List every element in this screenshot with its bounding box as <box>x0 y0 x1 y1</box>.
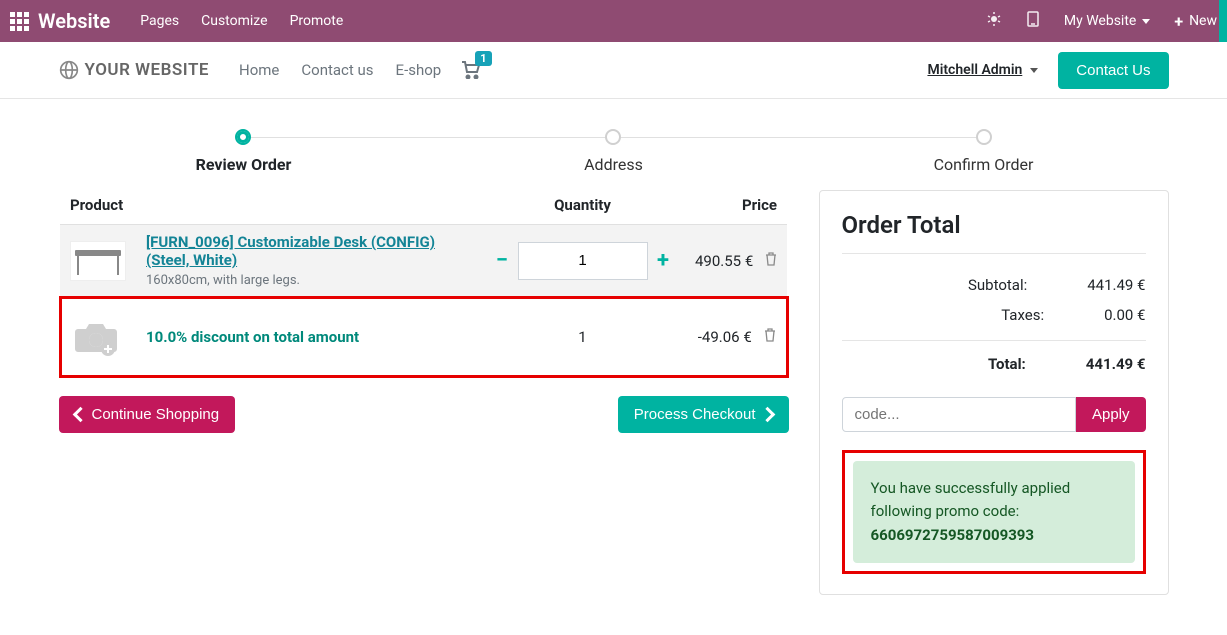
site-switcher[interactable]: My Website <box>1064 13 1150 29</box>
discount-name: 10.0% discount on total amount <box>146 328 359 346</box>
new-button[interactable]: + New <box>1174 12 1217 31</box>
apps-icon[interactable] <box>0 0 38 42</box>
wizard-step-address[interactable]: Address <box>429 129 799 174</box>
total-label: Total: <box>842 355 1086 373</box>
logo-text: YOUR WEBSITE <box>85 60 210 80</box>
product-thumbnail[interactable] <box>60 225 136 298</box>
brand-title[interactable]: Website <box>38 9 110 33</box>
checkout-wizard: Review Order Address Confirm Order <box>59 129 1169 174</box>
nav-contact[interactable]: Contact us <box>301 61 373 79</box>
cart-link[interactable]: 1 <box>461 61 481 79</box>
total-value: 441.49 € <box>1086 355 1146 373</box>
subtotal-row: Subtotal: 441.49 € <box>842 270 1146 300</box>
user-dropdown[interactable]: Mitchell Admin <box>927 62 1038 78</box>
plus-icon: + <box>1174 12 1183 31</box>
subtotal-value: 441.49 € <box>1087 276 1145 294</box>
qty-input[interactable] <box>518 242 648 280</box>
checkout-label: Process Checkout <box>634 406 756 423</box>
promo-msg: You have successfully applied following … <box>871 479 1071 520</box>
apply-button[interactable]: Apply <box>1076 397 1146 432</box>
nav-pages[interactable]: Pages <box>140 13 179 29</box>
nav-customize[interactable]: Customize <box>201 13 267 29</box>
page-content: Review Order Address Confirm Order Produ… <box>49 99 1179 635</box>
line-price: 490.55 € <box>695 252 753 270</box>
discount-price: -49.06 € <box>698 328 752 346</box>
contact-us-button[interactable]: Contact Us <box>1058 52 1168 89</box>
continue-label: Continue Shopping <box>92 406 220 423</box>
top-nav: Pages Customize Promote <box>140 13 343 29</box>
trash-icon[interactable] <box>765 254 777 270</box>
qty-minus-button[interactable]: − <box>490 248 514 273</box>
cart-actions: Continue Shopping Process Checkout <box>59 396 789 433</box>
product-subtitle: 160x80cm, with large legs. <box>146 273 470 288</box>
cart-column: Product Quantity Price <box>59 190 789 433</box>
subtotal-label: Subtotal: <box>842 276 1088 294</box>
wizard-step-review[interactable]: Review Order <box>59 129 429 174</box>
camera-plus-icon <box>72 317 122 357</box>
total-row: Total: 441.49 € <box>842 340 1146 379</box>
edge-accent <box>1219 0 1227 42</box>
bug-icon[interactable] <box>986 11 1002 31</box>
qty-plus-button[interactable]: + <box>651 248 675 273</box>
taxes-label: Taxes: <box>842 306 1105 324</box>
trash-icon[interactable] <box>764 330 776 346</box>
top-bar: Website Pages Customize Promote My Websi… <box>0 0 1227 42</box>
nav-home[interactable]: Home <box>239 61 279 79</box>
nav-promote[interactable]: Promote <box>290 13 344 29</box>
wizard-label: Review Order <box>59 155 429 174</box>
wizard-step-confirm[interactable]: Confirm Order <box>799 129 1169 174</box>
wizard-label: Address <box>429 155 799 174</box>
continue-shopping-button[interactable]: Continue Shopping <box>59 396 236 433</box>
taxes-value: 0.00 € <box>1104 306 1145 324</box>
promo-code-input[interactable] <box>842 397 1076 432</box>
promo-highlight: You have successfully applied following … <box>842 450 1146 574</box>
taxes-row: Taxes: 0.00 € <box>842 300 1146 330</box>
nav-eshop[interactable]: E-shop <box>396 61 442 79</box>
wizard-dot-active <box>235 129 251 145</box>
wizard-dot <box>976 129 992 145</box>
cart-table: Product Quantity Price <box>59 190 789 378</box>
order-total-sidebar: Order Total Subtotal: 441.49 € Taxes: 0.… <box>819 190 1169 595</box>
desk-image <box>70 241 126 281</box>
col-price: Price <box>685 190 787 225</box>
site-header: YOUR WEBSITE Home Contact us E-shop 1 Mi… <box>0 42 1227 99</box>
site-logo[interactable]: YOUR WEBSITE <box>59 60 210 80</box>
wizard-dot <box>605 129 621 145</box>
product-name-link[interactable]: [FURN_0096] Customizable Desk (CONFIG) (… <box>146 233 435 269</box>
globe-icon <box>59 60 79 80</box>
col-product: Product <box>60 190 480 225</box>
promo-code-value: 6606972759587009393 <box>871 524 1117 547</box>
new-label: New <box>1189 13 1217 29</box>
process-checkout-button[interactable]: Process Checkout <box>618 396 789 433</box>
cart-badge: 1 <box>475 51 491 66</box>
wizard-label: Confirm Order <box>799 155 1169 174</box>
divider <box>842 253 1146 254</box>
promo-success-alert: You have successfully applied following … <box>853 461 1135 563</box>
cart-row-product: [FURN_0096] Customizable Desk (CONFIG) (… <box>60 225 787 298</box>
cart-row-discount: 10.0% discount on total amount 1 -49.06 … <box>60 298 787 377</box>
site-nav: Home Contact us E-shop <box>239 61 441 79</box>
order-total-title: Order Total <box>842 211 1146 239</box>
top-right: My Website + New <box>986 11 1217 31</box>
promo-code-row: Apply <box>842 397 1146 432</box>
col-quantity: Quantity <box>480 190 685 225</box>
discount-qty: 1 <box>480 298 685 377</box>
mobile-icon[interactable] <box>1026 11 1040 31</box>
